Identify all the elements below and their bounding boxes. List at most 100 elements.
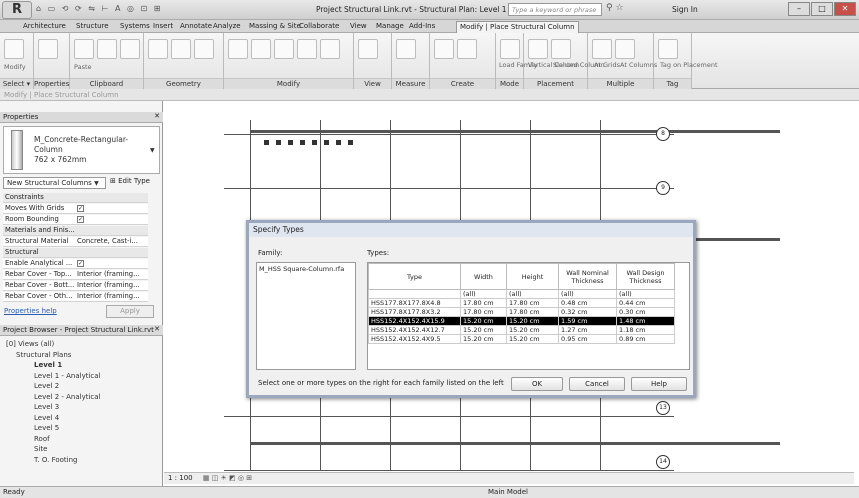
property-value[interactable]: Interior (framing... (77, 281, 147, 289)
tab-analyze[interactable]: Analyze (210, 21, 244, 31)
column-header[interactable]: Type (368, 263, 461, 290)
table-cell[interactable]: HSS177.8X177.8X3.2 (368, 307, 461, 317)
table-cell[interactable]: HSS152.4X152.4X12.7 (368, 325, 461, 335)
active-workset[interactable]: Main Model (488, 488, 528, 496)
table-cell[interactable]: 15.20 cm (460, 316, 507, 326)
help-button[interactable]: Help (631, 377, 687, 391)
tab-systems[interactable]: Systems (117, 21, 153, 31)
ribbon-tool-icon[interactable] (148, 39, 168, 59)
column-filter[interactable]: (all) (506, 289, 559, 299)
column-header[interactable]: Height (506, 263, 559, 290)
property-value[interactable]: ✓ (77, 259, 147, 267)
grid-bubble[interactable]: 9 (656, 181, 670, 195)
ribbon-tool-icon[interactable] (228, 39, 248, 59)
view-control-bar[interactable]: 1 : 100 ▦ ◫ ☀ ◩ ◎ ⊞ (164, 472, 854, 484)
table-row[interactable]: HSS152.4X152.4X12.7 15.20 cm 15.20 cm 1.27 … (368, 325, 675, 335)
checkbox[interactable]: ✓ (77, 216, 84, 223)
cancel-button[interactable]: Cancel (569, 377, 625, 391)
types-grid[interactable]: Type Width Height Wall Nominal Thickness Wal… (368, 263, 675, 344)
table-row[interactable]: HSS177.8X177.8X3.2 17.80 cm 17.80 cm 0.32 c… (368, 307, 675, 317)
column-header[interactable]: Width (460, 263, 507, 290)
table-cell[interactable]: 0.95 cm (558, 334, 617, 344)
ribbon-tool-icon[interactable] (194, 39, 214, 59)
close-icon[interactable]: ✕ (154, 112, 160, 120)
search-input[interactable]: Type a keyword or phrase (508, 3, 602, 16)
table-cell[interactable]: 1.59 cm (558, 316, 617, 326)
tab-collaborate[interactable]: Collaborate (296, 21, 342, 31)
table-row[interactable]: HSS152.4X152.4X9.5 15.20 cm 15.20 cm 0.95 c… (368, 334, 675, 344)
ribbon-tool-icon[interactable] (658, 39, 678, 59)
quick-access-toolbar[interactable]: ⌂ ▭ ⟲ ⟳ ⇋ ⊢ A ◎ ⊡ ⊞ (36, 4, 162, 13)
ribbon-tool-icon[interactable] (297, 39, 317, 59)
table-cell[interactable]: 15.20 cm (506, 334, 559, 344)
family-item[interactable]: M_HSS Square-Column.rfa (259, 265, 353, 273)
instance-filter-select[interactable]: New Structural Columns ▼ (3, 177, 106, 189)
tab-structure[interactable]: Structure (73, 21, 112, 31)
ribbon-tool-icon[interactable] (592, 39, 612, 59)
minimize-icon[interactable]: – (788, 2, 810, 16)
table-cell[interactable]: 0.44 cm (616, 298, 675, 308)
table-row[interactable]: HSS152.4X152.4X15.9 15.20 cm 15.20 cm 1.59 … (368, 316, 675, 326)
properties-help-link[interactable]: Properties help (4, 307, 57, 315)
tab-add-ins[interactable]: Add-Ins (406, 21, 438, 31)
ribbon-tool-icon[interactable] (396, 39, 416, 59)
maximize-icon[interactable]: □ (811, 2, 833, 16)
column-filter[interactable]: (all) (558, 289, 617, 299)
table-cell[interactable]: 17.80 cm (506, 307, 559, 317)
ribbon-tool-icon[interactable] (320, 39, 340, 59)
view-control-icons[interactable]: ▦ ◫ ☀ ◩ ◎ ⊞ (203, 474, 252, 482)
table-cell[interactable]: 0.48 cm (558, 298, 617, 308)
ribbon-tool-icon[interactable] (38, 39, 58, 59)
property-value[interactable]: Interior (framing... (77, 292, 147, 300)
table-cell[interactable]: HSS177.8X177.8X4.8 (368, 298, 461, 308)
ribbon-tool-icon[interactable] (4, 39, 24, 59)
property-value[interactable]: ✓ (77, 215, 147, 223)
tree-item[interactable]: Roof (34, 435, 50, 443)
property-value[interactable]: Interior (framing... (77, 270, 147, 278)
tree-item[interactable]: Structural Plans (16, 351, 71, 359)
ribbon-label-at_columns[interactable]: At Columns (620, 61, 657, 69)
table-cell[interactable]: 0.30 cm (616, 307, 675, 317)
edit-type-button[interactable]: ⊞ Edit Type (110, 177, 150, 185)
tab-manage[interactable]: Manage (373, 21, 407, 31)
tab-insert[interactable]: Insert (150, 21, 176, 31)
table-cell[interactable]: 0.32 cm (558, 307, 617, 317)
table-row[interactable]: HSS177.8X177.8X4.8 17.80 cm 17.80 cm 0.48 c… (368, 298, 675, 308)
ribbon-label-at_grids[interactable]: At Grids (594, 61, 620, 69)
checkbox[interactable]: ✓ (77, 205, 84, 212)
tree-item[interactable]: [0] Views (all) (6, 340, 54, 348)
grid-bubble[interactable]: 13 (656, 401, 670, 415)
grid-bubble[interactable]: 14 (656, 455, 670, 469)
family-list[interactable]: M_HSS Square-Column.rfa (256, 262, 356, 370)
tab-architecture[interactable]: Architecture (20, 21, 69, 31)
close-icon[interactable]: ✕ (834, 2, 856, 16)
property-section[interactable]: Materials and Finis... (3, 226, 148, 236)
ribbon-tool-icon[interactable] (434, 39, 454, 59)
ribbon-tool-icon[interactable] (457, 39, 477, 59)
tree-item-current[interactable]: Level 1 (34, 361, 62, 369)
tab-view[interactable]: View (347, 21, 370, 31)
tree-item[interactable]: Level 5 (34, 424, 59, 432)
ribbon-tool-icon[interactable] (528, 39, 548, 59)
tree-item[interactable]: Level 3 (34, 403, 59, 411)
ribbon-label-paste[interactable]: Paste (74, 63, 92, 71)
close-icon[interactable]: ✕ (154, 325, 160, 333)
ribbon-label-tag_on_placement[interactable]: Tag on Placement (660, 61, 718, 69)
tree-item[interactable]: Level 4 (34, 414, 59, 422)
column-filter[interactable]: (all) (460, 289, 507, 299)
table-cell[interactable]: 1.48 cm (616, 316, 675, 326)
apply-button[interactable]: Apply (106, 305, 154, 318)
filter-row[interactable]: (all) (all) (all) (all) (368, 289, 675, 299)
view-scale[interactable]: 1 : 100 (168, 474, 193, 482)
table-cell[interactable]: 1.18 cm (616, 325, 675, 335)
ribbon-tool-icon[interactable] (615, 39, 635, 59)
table-cell[interactable]: 15.20 cm (460, 325, 507, 335)
ribbon-tool-icon[interactable] (74, 39, 94, 59)
ribbon-tool-icon[interactable] (274, 39, 294, 59)
tree-item[interactable]: Level 1 - Analytical (34, 372, 101, 380)
property-value[interactable]: ✓ (77, 204, 147, 212)
column-filter[interactable] (368, 289, 461, 299)
grid-bubble[interactable]: 8 (656, 127, 670, 141)
table-cell[interactable]: 15.20 cm (506, 316, 559, 326)
types-table[interactable]: Type Width Height Wall Nominal Thickness Wal… (367, 262, 690, 370)
